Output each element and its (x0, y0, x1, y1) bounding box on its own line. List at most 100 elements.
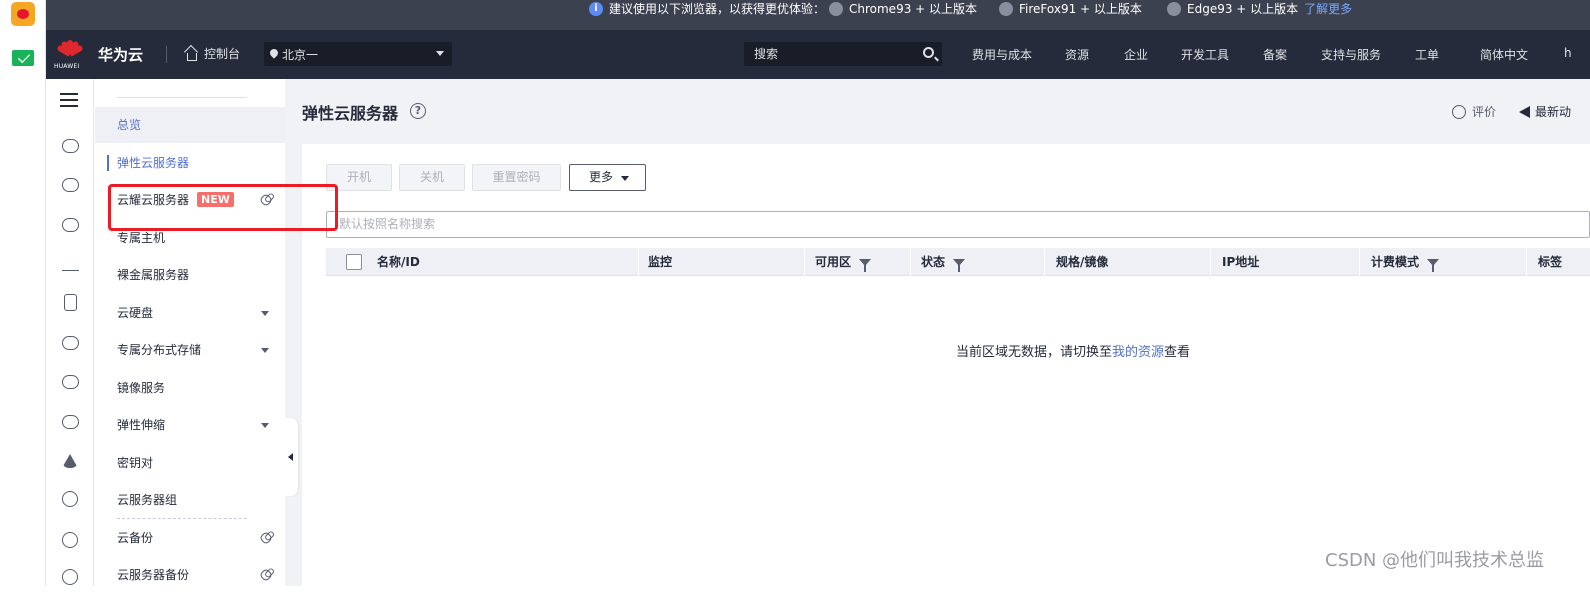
column-divider (1044, 248, 1045, 276)
nav-billing[interactable]: 费用与成本 (972, 46, 1032, 63)
sidebar-item-ims[interactable]: 镜像服务 (95, 370, 285, 406)
more-label: 更多 (589, 170, 614, 184)
column-divider (638, 248, 639, 276)
csdn-watermark: CSDN @他们叫我技术总监 (1325, 550, 1545, 571)
chevron-down-icon (261, 423, 269, 428)
column-status[interactable]: 状态 (921, 248, 966, 276)
my-resources-link[interactable]: 我的资源 (1112, 345, 1164, 360)
column-label: 标签 (1538, 255, 1563, 269)
globe-icon[interactable] (62, 569, 78, 585)
column-label: IP地址 (1222, 255, 1260, 269)
sidebar-item-autoscaling[interactable]: 弹性伸缩 (95, 407, 285, 443)
column-name[interactable]: 名称/ID (377, 248, 420, 276)
home-icon (184, 47, 198, 61)
sidebar-item-overview[interactable]: 总览 (95, 107, 285, 143)
cloud-icon[interactable] (62, 178, 79, 192)
nav-enterprise[interactable]: 企业 (1124, 46, 1148, 63)
sidebar-item-server-group[interactable]: 云服务器组 (95, 482, 285, 518)
nav-divider (166, 46, 167, 63)
tent-icon[interactable] (62, 454, 78, 468)
network-icon[interactable] (62, 532, 78, 548)
cloud-check-icon[interactable] (62, 415, 79, 429)
console-topnav: HUAWEI 华为云 控制台 北京一 搜索 费用与成本 资源 企业 开发工具 备… (46, 30, 1590, 79)
cloud-server-icon[interactable] (62, 139, 79, 153)
column-divider (1526, 248, 1527, 276)
search-filter-input[interactable]: 默认按照名称搜索 (326, 211, 1590, 238)
waveform-icon[interactable] (62, 257, 79, 271)
hint-notice: i 建议使用以下浏览器，以获得更优体验： (589, 0, 825, 30)
empty-state-message: 当前区域无数据，请切换至我的资源查看 (956, 341, 1190, 360)
storage-cloud-icon[interactable] (62, 218, 79, 232)
column-az[interactable]: 可用区 (815, 248, 872, 276)
cloud-upload-icon[interactable] (62, 375, 79, 389)
filter-icon[interactable] (953, 259, 966, 272)
sidebar-item-cbr[interactable]: 云备份 (95, 520, 285, 556)
sidebar-item-evs[interactable]: 云硬盘 (95, 295, 285, 331)
nav-support[interactable]: 支持与服务 (1321, 46, 1381, 63)
column-label: 状态 (921, 255, 946, 269)
nav-tickets[interactable]: 工单 (1415, 46, 1439, 63)
page-header: 弹性云服务器 ? 评价 最新动 (302, 90, 1590, 144)
sidebar-item-label: 云备份 (117, 531, 154, 545)
brand-name[interactable]: 华为云 (98, 44, 143, 65)
nav-icp[interactable]: 备案 (1263, 46, 1287, 63)
hint-notice-text: 建议使用以下浏览器，以获得更优体验： (609, 2, 826, 16)
info-icon: i (589, 2, 603, 16)
learn-more-link[interactable]: 了解更多 (1304, 0, 1352, 18)
hint-browser-label: FireFox91 + 以上版本 (1019, 2, 1142, 16)
external-link-icon (258, 530, 274, 546)
column-ip: IP地址 (1222, 248, 1259, 276)
sidebar-item-label: 总览 (117, 118, 142, 132)
search-icon[interactable] (923, 47, 934, 58)
sidebar-item-label: 云服务器备份 (117, 568, 190, 582)
filter-icon[interactable] (1427, 259, 1440, 272)
filter-icon[interactable] (859, 259, 872, 272)
nav-dev-tools[interactable]: 开发工具 (1181, 46, 1229, 63)
column-spec-image: 规格/镜像 (1056, 248, 1108, 276)
cloud-outline-icon[interactable] (62, 336, 79, 350)
hint-browser-edge: Edge93 + 以上版本 了解更多 (1167, 0, 1352, 30)
device-icon[interactable] (64, 294, 77, 311)
mail-app-icon[interactable] (11, 46, 35, 70)
ecs-sidebar: 总览 弹性云服务器 云耀云服务器 NEW 专属主机 裸金属服务器 云硬盘 专属分布… (95, 79, 285, 586)
column-divider (910, 248, 911, 276)
sidebar-item-ecs[interactable]: 弹性云服务器 (95, 145, 285, 181)
stop-button[interactable]: 关机 (399, 164, 465, 191)
nav-user[interactable]: h (1564, 46, 1572, 60)
sidebar-item-label: 云服务器组 (117, 493, 178, 507)
red-annotation-box (108, 184, 338, 231)
column-tags: 标签 (1538, 248, 1562, 276)
empty-prefix: 当前区域无数据，请切换至 (956, 345, 1113, 360)
search-input[interactable]: 搜索 (744, 42, 942, 66)
weibo-app-icon[interactable] (11, 2, 35, 26)
nav-resources[interactable]: 资源 (1065, 46, 1089, 63)
help-icon[interactable]: ? (410, 103, 426, 119)
column-billing[interactable]: 计费模式 (1371, 248, 1440, 276)
hint-browser-firefox: FireFox91 + 以上版本 (999, 0, 1142, 30)
sidebar-item-bare-metal[interactable]: 裸金属服务器 (95, 257, 285, 293)
reset-password-button[interactable]: 重置密码 (472, 164, 561, 191)
send-icon (1519, 105, 1530, 118)
chevron-down-icon (261, 311, 269, 316)
latest-news-button[interactable]: 最新动 (1519, 103, 1571, 120)
console-link[interactable]: 控制台 (184, 45, 240, 62)
sidebar-item-label: 弹性云服务器 (117, 156, 190, 170)
nav-language[interactable]: 简体中文 (1480, 46, 1528, 63)
more-button[interactable]: 更多 (569, 164, 646, 191)
column-label: 计费模式 (1371, 255, 1420, 269)
search-placeholder: 搜索 (754, 47, 779, 61)
hint-browser-label: Chrome93 + 以上版本 (849, 2, 978, 16)
menu-icon[interactable] (60, 93, 78, 107)
rate-button[interactable]: 评价 (1452, 103, 1496, 120)
sidebar-item-dss[interactable]: 专属分布式存储 (95, 332, 285, 368)
huawei-logo[interactable]: HUAWEI (54, 38, 84, 72)
sidebar-item-server-backup[interactable]: 云服务器备份 (95, 557, 285, 593)
sidebar-item-label: 裸金属服务器 (117, 268, 190, 282)
ip-icon[interactable] (62, 491, 78, 507)
rate-label: 评价 (1472, 105, 1497, 119)
select-all-checkbox[interactable] (346, 254, 362, 270)
column-label: 规格/镜像 (1056, 255, 1109, 269)
sidebar-collapse-toggle[interactable] (285, 418, 298, 496)
region-selector[interactable]: 北京一 (264, 42, 452, 66)
sidebar-item-keypair[interactable]: 密钥对 (95, 445, 285, 481)
